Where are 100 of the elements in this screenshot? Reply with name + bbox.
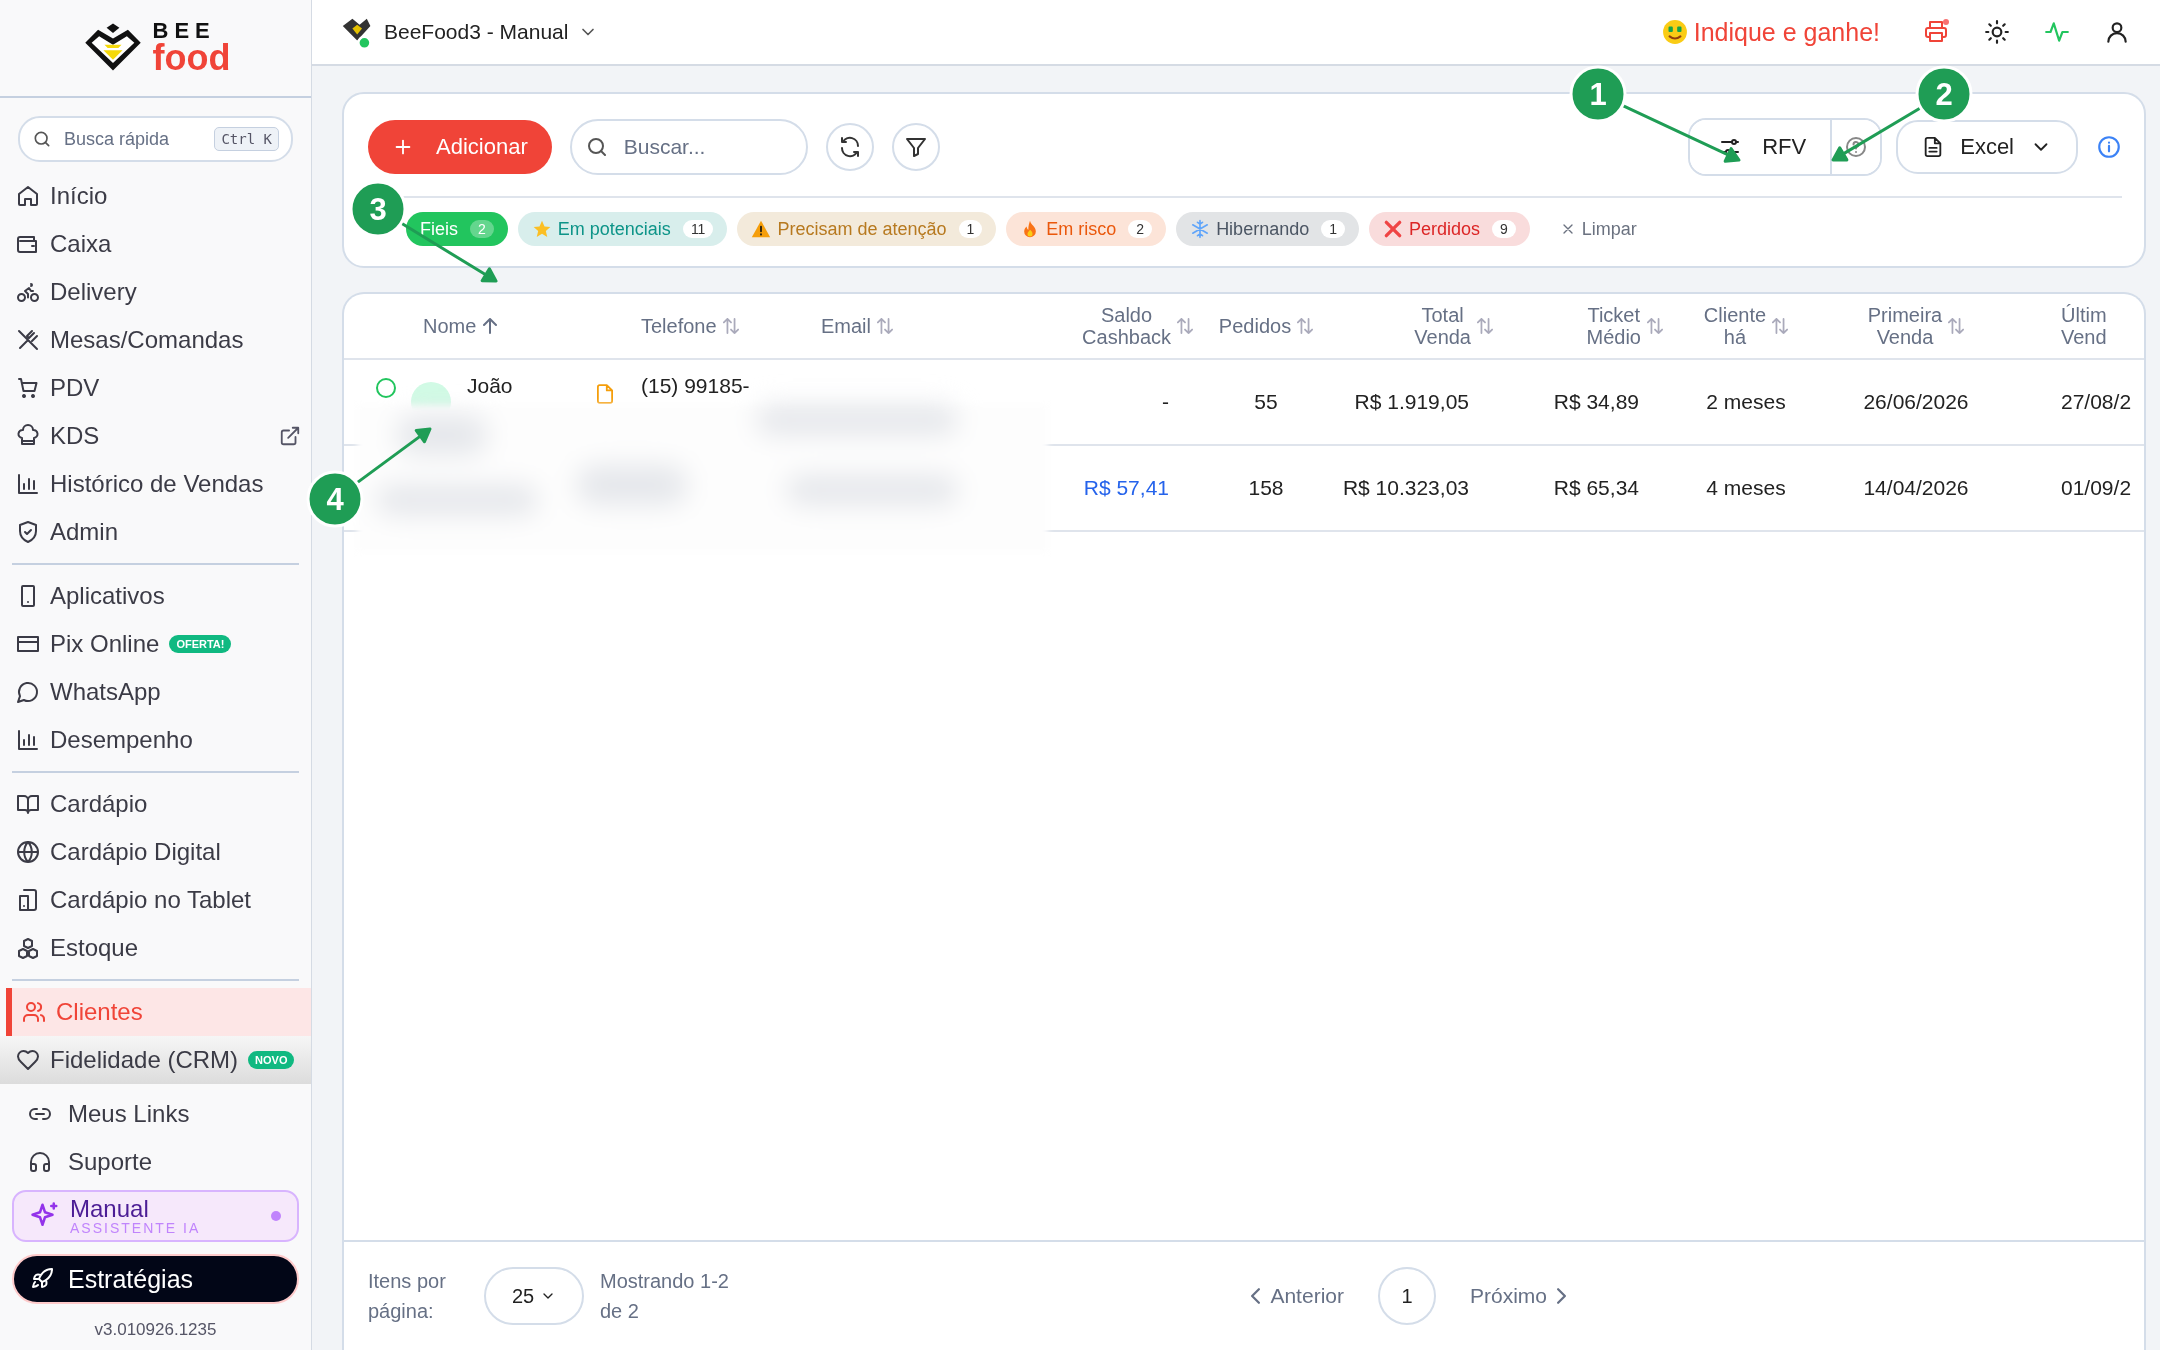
segment-chip[interactable]: Precisam de atenção 1 — [737, 212, 997, 246]
segment-chip[interactable]: Perdidos 9 — [1369, 212, 1530, 246]
bar-chart-icon — [16, 472, 40, 496]
sidebar-item[interactable]: Cardápio Digital — [0, 828, 311, 876]
sidebar-link[interactable]: Suporte — [0, 1138, 311, 1186]
strategies-button[interactable]: Estratégias — [12, 1254, 299, 1304]
bar-chart-icon — [16, 728, 40, 752]
referral-link[interactable]: Indique e ganhe! — [1661, 17, 1880, 47]
column-header[interactable]: Saldo Cashback — [1081, 294, 1201, 358]
cart-icon — [16, 376, 40, 400]
sidebar-item[interactable]: Aplicativos — [0, 572, 311, 620]
page-button[interactable]: 1 — [1377, 1267, 1436, 1325]
note-icon — [597, 384, 613, 404]
items-per-page-label: Itens por página: — [368, 1269, 447, 1324]
column-header[interactable]: Total Venda — [1331, 294, 1501, 358]
segment-chip[interactable]: Em risco 2 — [1006, 212, 1167, 246]
sidebar-item[interactable]: Pix Online OFERTA! — [0, 620, 311, 668]
segment-count: 2 — [470, 220, 494, 238]
sidebar-item[interactable]: Início — [0, 172, 311, 220]
column-header[interactable]: Últim Vend — [2011, 294, 2129, 358]
quick-search-field[interactable]: Busca rápida Ctrl K — [18, 116, 293, 162]
sidebar-item[interactable]: WhatsApp — [0, 668, 311, 716]
excel-button[interactable]: Excel — [1896, 120, 2078, 174]
segment-chip[interactable]: Hibernando 1 — [1176, 212, 1359, 246]
callout-badge: 3 — [349, 180, 407, 238]
status-dot — [271, 1211, 281, 1221]
table-cell: R$ 10.323,03 — [1342, 476, 1469, 500]
column-header[interactable]: Email — [821, 294, 1081, 358]
sun-icon[interactable] — [1984, 19, 2010, 45]
chef-hat-icon — [16, 424, 40, 448]
search-icon — [32, 129, 52, 149]
sidebar-item[interactable]: PDV — [0, 364, 311, 412]
table-cell: 158 — [1248, 476, 1284, 500]
heart-icon — [16, 1048, 40, 1072]
activity-icon[interactable] — [2044, 19, 2070, 45]
user-icon[interactable] — [2104, 19, 2130, 45]
assistant-subtitle: ASSISTENTE IA — [70, 1221, 202, 1236]
sidebar-item[interactable]: Mesas/Comandas — [0, 316, 311, 364]
book-icon — [16, 792, 40, 816]
table-cell: 4 meses — [1706, 476, 1786, 500]
store-selector[interactable]: BeeFood3 - Manual — [338, 14, 599, 50]
sidebar-item[interactable]: KDS — [0, 412, 311, 460]
logo-bee-text: BEE — [152, 20, 217, 42]
info-icon[interactable] — [2096, 134, 2122, 160]
sidebar-item[interactable]: Cardápio no Tablet — [0, 876, 311, 924]
chat-bubble-icon — [16, 680, 40, 704]
column-header[interactable]: Primeira Venda — [1821, 294, 2011, 358]
clear-filters-button[interactable]: Limpar — [1539, 218, 1657, 240]
page-size-select[interactable]: 25 — [484, 1267, 584, 1325]
row-checkbox[interactable] — [375, 378, 396, 398]
version-text: v3.010926.1235 — [93, 1320, 218, 1340]
cashback-link[interactable]: R$ 57,41 — [1083, 476, 1169, 500]
add-button[interactable]: Adicionar — [368, 120, 552, 174]
globe-icon — [16, 840, 40, 864]
assistant-title: Manual — [70, 1196, 150, 1222]
column-header[interactable]: Telefone — [641, 294, 821, 358]
headphones-icon — [28, 1150, 52, 1174]
printer-icon[interactable] — [1924, 19, 1950, 45]
table-cell: 01/09/2 — [2061, 476, 2132, 500]
segment-chip[interactable]: Em potenciais 11 — [517, 212, 728, 246]
callout-badge: 2 — [1915, 65, 1973, 123]
help-button[interactable] — [1830, 120, 1881, 174]
sidebar-item[interactable]: Fidelidade (CRM) NOVO — [0, 1036, 311, 1084]
help-icon — [1844, 135, 1869, 159]
sidebar-link[interactable]: Meus Links — [0, 1090, 311, 1138]
refresh-button[interactable] — [825, 123, 874, 171]
column-header[interactable]: Cliente há — [1671, 294, 1821, 358]
showing-count: Mostrando 1-2 de 2 — [600, 1269, 730, 1324]
previous-page-button[interactable]: Anterior — [1233, 1284, 1362, 1308]
assistant-button[interactable]: Manual ASSISTENTE IA — [12, 1190, 299, 1242]
table-cell: R$ 1.919,05 — [1354, 390, 1469, 414]
segment-count: 2 — [1128, 220, 1153, 238]
shortcut-hint: Ctrl K — [214, 127, 279, 151]
customer-name[interactable]: João — [467, 374, 513, 398]
house-icon — [16, 184, 40, 208]
table-cell: 55 — [1254, 390, 1278, 414]
search-field[interactable]: Buscar... — [569, 119, 808, 175]
filter-button[interactable] — [891, 123, 940, 171]
table-cell: (15) 99185- — [641, 374, 750, 398]
sidebar-badge: OFERTA! — [169, 635, 232, 653]
sidebar-item[interactable]: Delivery — [0, 268, 311, 316]
sidebar-item[interactable]: Estoque — [0, 924, 311, 972]
logo-food-text: food — [152, 40, 231, 76]
sidebar-item[interactable]: Desempenho — [0, 716, 311, 764]
callout-badge: 1 — [1569, 65, 1627, 123]
next-page-button[interactable]: Próximo — [1451, 1284, 1584, 1308]
sidebar-item[interactable]: Caixa — [0, 220, 311, 268]
sidebar-item[interactable]: Cardápio — [0, 780, 311, 828]
shield-icon — [16, 520, 40, 544]
table-cell: 2 meses — [1706, 390, 1786, 414]
filter-icon — [903, 135, 928, 159]
warning-icon — [751, 219, 772, 239]
table-cell: 14/04/2026 — [1863, 476, 1969, 500]
callout-badge: 4 — [306, 470, 364, 528]
column-header[interactable]: Pedidos — [1201, 294, 1331, 358]
chevron-left-icon — [1251, 1288, 1261, 1304]
column-header[interactable]: Ticket Médio — [1501, 294, 1671, 358]
tablet-icon — [16, 888, 40, 912]
star-icon — [531, 219, 552, 239]
column-header[interactable]: Nome — [411, 294, 641, 358]
